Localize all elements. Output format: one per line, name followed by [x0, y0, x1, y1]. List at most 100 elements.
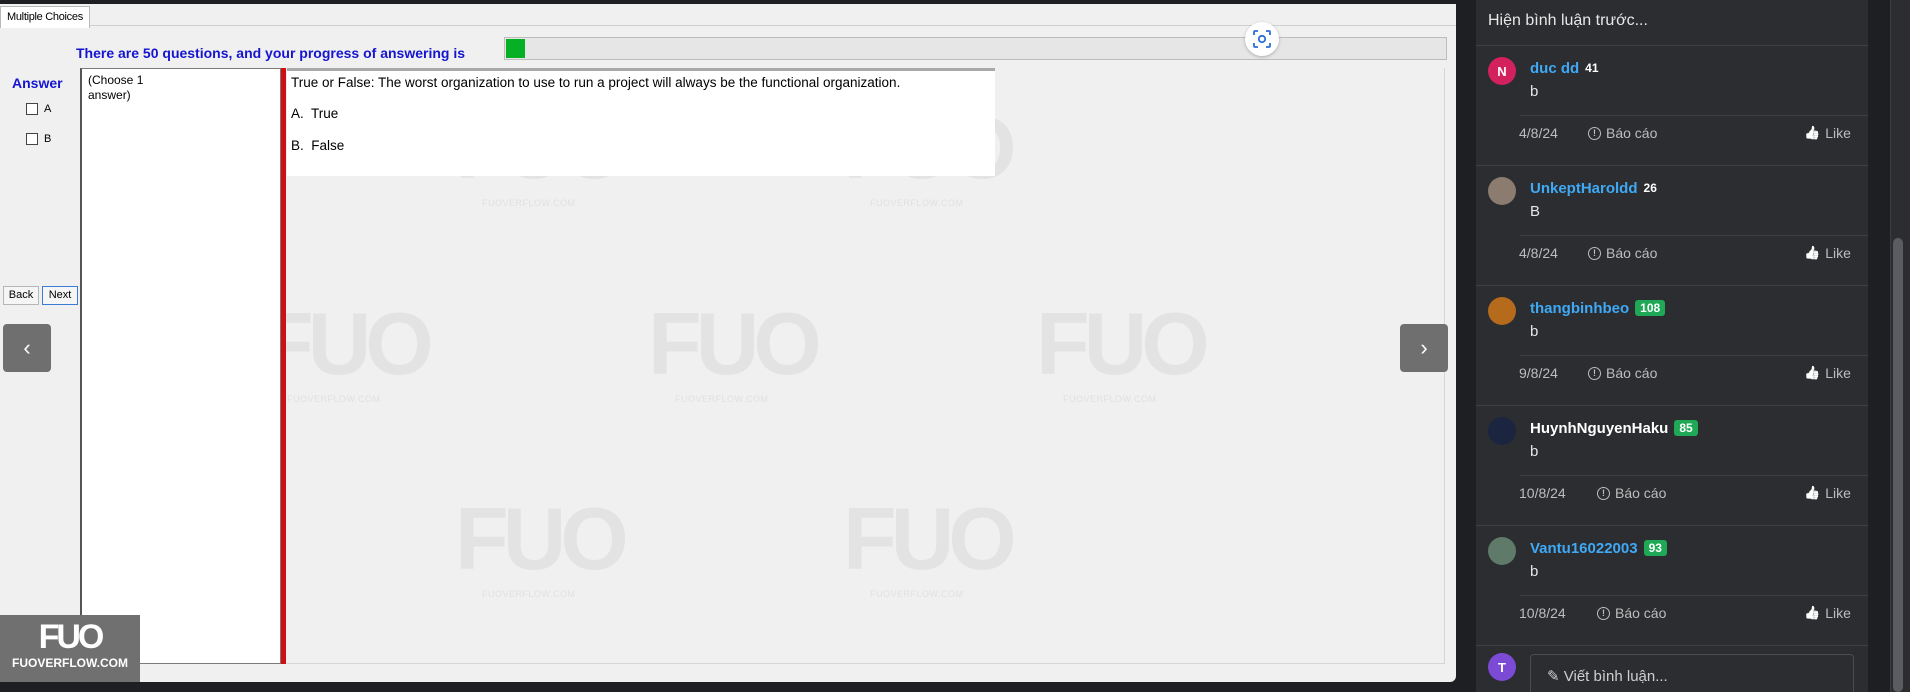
progress-bar: [504, 37, 1447, 60]
report-button[interactable]: ! Báo cáo: [1597, 485, 1666, 501]
report-button[interactable]: ! Báo cáo: [1588, 365, 1657, 381]
avatar-letter: T: [1498, 659, 1506, 675]
answer-label: Answer: [12, 75, 63, 91]
like-button[interactable]: 👍 Like: [1804, 605, 1851, 621]
answer-option-b[interactable]: B: [26, 133, 51, 145]
like-label: Like: [1825, 605, 1851, 621]
previous-slide-button[interactable]: ‹: [3, 324, 51, 372]
comment-divider: [1520, 115, 1868, 116]
reputation-badge: 41: [1585, 61, 1599, 75]
comment-body: b: [1530, 323, 1539, 340]
capture-icon: [1253, 30, 1271, 48]
like-button[interactable]: 👍 Like: [1804, 365, 1851, 381]
thumbs-up-icon: 👍: [1804, 245, 1821, 260]
like-label: Like: [1825, 125, 1851, 141]
answer-option-a[interactable]: A: [26, 103, 51, 115]
report-icon: !: [1588, 126, 1601, 140]
comment-body: B: [1530, 203, 1541, 220]
comment-body: b: [1530, 563, 1539, 580]
comment-author[interactable]: thangbinhbeo 108: [1530, 300, 1666, 317]
comment-avatar[interactable]: [1488, 537, 1516, 565]
checkbox-a[interactable]: [26, 103, 38, 115]
answer-option-label: B: [44, 133, 52, 145]
report-label: Báo cáo: [1615, 605, 1667, 621]
comment-avatar[interactable]: [1488, 297, 1516, 325]
question-option-a: A. True: [291, 106, 338, 121]
comment-date: 9/8/24: [1519, 365, 1558, 381]
report-label: Báo cáo: [1606, 245, 1658, 261]
report-button[interactable]: ! Báo cáo: [1588, 245, 1657, 261]
like-label: Like: [1825, 485, 1851, 501]
comment-author[interactable]: UnkeptHaroldd 26: [1530, 180, 1657, 197]
progress-label: There are 50 questions, and your progres…: [76, 45, 465, 61]
comment-author-name[interactable]: HuynhNguyenHaku: [1530, 420, 1668, 437]
comment-avatar[interactable]: [1488, 177, 1516, 205]
comments-panel: Hiện bình luận trước... Nduc dd 41 b 4/8/24…: [1476, 0, 1868, 692]
report-label: Báo cáo: [1606, 365, 1658, 381]
pencil-icon: ✎: [1547, 668, 1564, 685]
divider: [1476, 45, 1868, 46]
like-button[interactable]: 👍 Like: [1804, 485, 1851, 501]
comment-date: 10/8/24: [1519, 605, 1566, 621]
comment-avatar[interactable]: [1488, 417, 1516, 445]
report-icon: !: [1597, 486, 1610, 500]
page-scrollbar-thumb[interactable]: [1893, 238, 1903, 692]
comment-author-name[interactable]: duc dd: [1530, 60, 1579, 77]
next-button[interactable]: Next: [42, 286, 78, 305]
show-previous-comments-link[interactable]: Hiện bình luận trước...: [1488, 12, 1648, 30]
report-icon: !: [1588, 366, 1601, 380]
reputation-badge: 85: [1674, 420, 1698, 436]
chevron-right-icon: ›: [1420, 335, 1428, 360]
option-text: False: [311, 138, 345, 153]
like-button[interactable]: 👍 Like: [1804, 125, 1851, 141]
write-comment-placeholder: Viết bình luận...: [1563, 668, 1668, 685]
splitter-bar[interactable]: [281, 68, 286, 664]
comment-avatar[interactable]: N: [1488, 57, 1516, 85]
report-icon: !: [1588, 246, 1601, 260]
current-user-avatar: T: [1488, 653, 1516, 681]
divider: [1476, 285, 1868, 286]
comment-author[interactable]: Vantu16022003 93: [1530, 540, 1667, 557]
report-button[interactable]: ! Báo cáo: [1597, 605, 1666, 621]
exam-window: Multiple Choices FUO FUOVERFLOW.COM FUO …: [0, 0, 1456, 682]
thumbs-up-icon: 👍: [1804, 605, 1821, 620]
report-label: Báo cáo: [1606, 125, 1658, 141]
divider: [1476, 525, 1868, 526]
comment-author-name[interactable]: Vantu16022003: [1530, 540, 1638, 557]
report-button[interactable]: ! Báo cáo: [1588, 125, 1657, 141]
next-slide-button[interactable]: ›: [1400, 324, 1448, 372]
reputation-badge: 108: [1635, 300, 1666, 316]
fuoverflow-logo: FUO FUOVERFLOW.COM: [0, 615, 140, 682]
screenshot-capture-button[interactable]: [1245, 22, 1279, 56]
divider: [1476, 165, 1868, 166]
comment-date: 10/8/24: [1519, 485, 1566, 501]
comment-author[interactable]: HuynhNguyenHaku 85: [1530, 420, 1698, 437]
comment-divider: [1520, 475, 1868, 476]
chevron-left-icon: ‹: [23, 335, 31, 360]
answer-option-label: A: [44, 103, 52, 115]
comment-divider: [1520, 595, 1868, 596]
report-icon: !: [1597, 606, 1610, 620]
question-option-b: B. False: [291, 138, 344, 153]
comment-author[interactable]: duc dd 41: [1530, 60, 1599, 77]
like-button[interactable]: 👍 Like: [1804, 245, 1851, 261]
option-letter: B.: [291, 138, 304, 153]
comment-date: 4/8/24: [1519, 245, 1558, 261]
write-comment-input[interactable]: ✎ Viết bình luận...: [1530, 654, 1854, 692]
comment-author-name[interactable]: thangbinhbeo: [1530, 300, 1629, 317]
thumbs-up-icon: 👍: [1804, 365, 1821, 380]
back-button[interactable]: Back: [3, 286, 39, 305]
logo-sub: FUOVERFLOW.COM: [12, 656, 128, 670]
like-label: Like: [1825, 365, 1851, 381]
tab-multiple-choices[interactable]: Multiple Choices: [0, 6, 90, 28]
option-letter: A.: [291, 106, 304, 121]
question-text: True or False: The worst organization to…: [291, 75, 901, 90]
comment-author-name[interactable]: UnkeptHaroldd: [1530, 180, 1638, 197]
report-label: Báo cáo: [1615, 485, 1667, 501]
thumbs-up-icon: 👍: [1804, 485, 1821, 500]
checkbox-b[interactable]: [26, 133, 38, 145]
question-panel: True or False: The worst organization to…: [287, 68, 995, 176]
divider: [1476, 645, 1868, 646]
choose-hint: (Choose 1 answer): [88, 73, 144, 102]
like-label: Like: [1825, 245, 1851, 261]
